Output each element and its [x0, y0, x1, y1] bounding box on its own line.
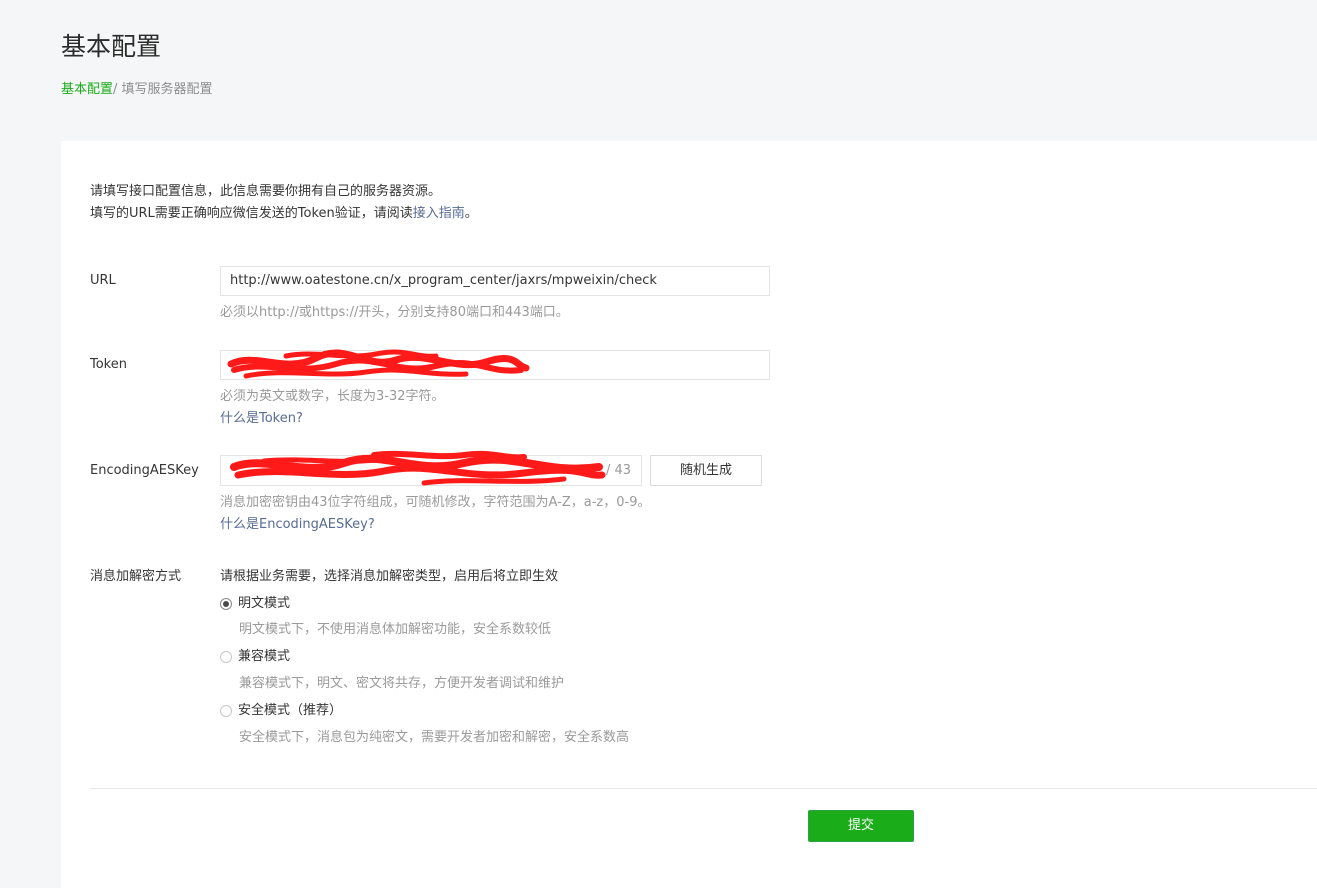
what-is-token-link[interactable]: 什么是Token? — [220, 410, 303, 428]
radio-compatible-mode[interactable]: 兼容模式 — [220, 648, 290, 666]
what-is-aes-key-link[interactable]: 什么是EncodingAESKey? — [220, 516, 375, 534]
radio-unchecked-icon[interactable] — [220, 651, 232, 663]
radio-unchecked-icon[interactable] — [220, 705, 232, 717]
aes-key-char-counter: / 43 — [605, 463, 631, 478]
token-input[interactable] — [220, 350, 770, 380]
intro-line-1: 请填写接口配置信息，此信息需要你拥有自己的服务器资源。 — [90, 184, 442, 199]
token-hint: 必须为英文或数字，长度为3-32字符。 — [220, 389, 445, 404]
breadcrumb: 基本配置/ 填写服务器配置 — [61, 81, 213, 99]
intro-text: 请填写接口配置信息，此信息需要你拥有自己的服务器资源。 填写的URL需要正确响应… — [90, 181, 478, 225]
radio-compatible-label: 兼容模式 — [238, 649, 291, 664]
radio-plaintext-label: 明文模式 — [238, 596, 291, 611]
breadcrumb-current: 填写服务器配置 — [121, 82, 213, 97]
radio-plaintext-mode[interactable]: 明文模式 — [220, 595, 290, 613]
radio-checked-icon[interactable] — [220, 598, 232, 610]
breadcrumb-link-basic-config[interactable]: 基本配置 — [61, 82, 113, 97]
token-label: Token — [90, 357, 127, 372]
breadcrumb-separator: / — [113, 82, 122, 97]
submit-button[interactable]: 提交 — [808, 810, 914, 842]
page-title: 基本配置 — [61, 32, 162, 61]
url-label: URL — [90, 273, 116, 288]
form-divider — [90, 788, 1317, 789]
aes-key-label: EncodingAESKey — [90, 463, 199, 478]
compatible-mode-hint: 兼容模式下，明文、密文将共存，方便开发者调试和维护 — [239, 676, 565, 691]
encryption-mode-label: 消息加解密方式 — [90, 569, 182, 584]
random-generate-button[interactable]: 随机生成 — [650, 455, 762, 486]
aes-key-input[interactable]: / 43 — [220, 455, 642, 486]
plaintext-mode-hint: 明文模式下，不使用消息体加解密功能，安全系数较低 — [239, 622, 552, 637]
intro-line-2: 填写的URL需要正确响应微信发送的Token验证，请阅读接入指南。 — [90, 203, 478, 225]
encryption-mode-description: 请根据业务需要，选择消息加解密类型，启用后将立即生效 — [220, 569, 559, 584]
access-guide-link[interactable]: 接入指南 — [413, 206, 465, 221]
radio-secure-label: 安全模式（推荐） — [238, 703, 343, 718]
aes-key-hint: 消息加密密钥由43位字符组成，可随机修改，字符范围为A-Z，a-z，0-9。 — [220, 495, 651, 510]
intro-line-2-prefix: 填写的URL需要正确响应微信发送的Token验证，请阅读 — [90, 206, 413, 221]
intro-line-2-suffix: 。 — [464, 206, 478, 221]
secure-mode-hint: 安全模式下，消息包为纯密文，需要开发者加密和解密，安全系数高 — [239, 730, 630, 745]
url-input[interactable]: http://www.oatestone.cn/x_program_center… — [220, 266, 770, 296]
config-card: 请填写接口配置信息，此信息需要你拥有自己的服务器资源。 填写的URL需要正确响应… — [61, 141, 1317, 888]
radio-secure-mode[interactable]: 安全模式（推荐） — [220, 702, 342, 720]
url-hint: 必须以http://或https://开头，分别支持80端口和443端口。 — [220, 305, 569, 320]
